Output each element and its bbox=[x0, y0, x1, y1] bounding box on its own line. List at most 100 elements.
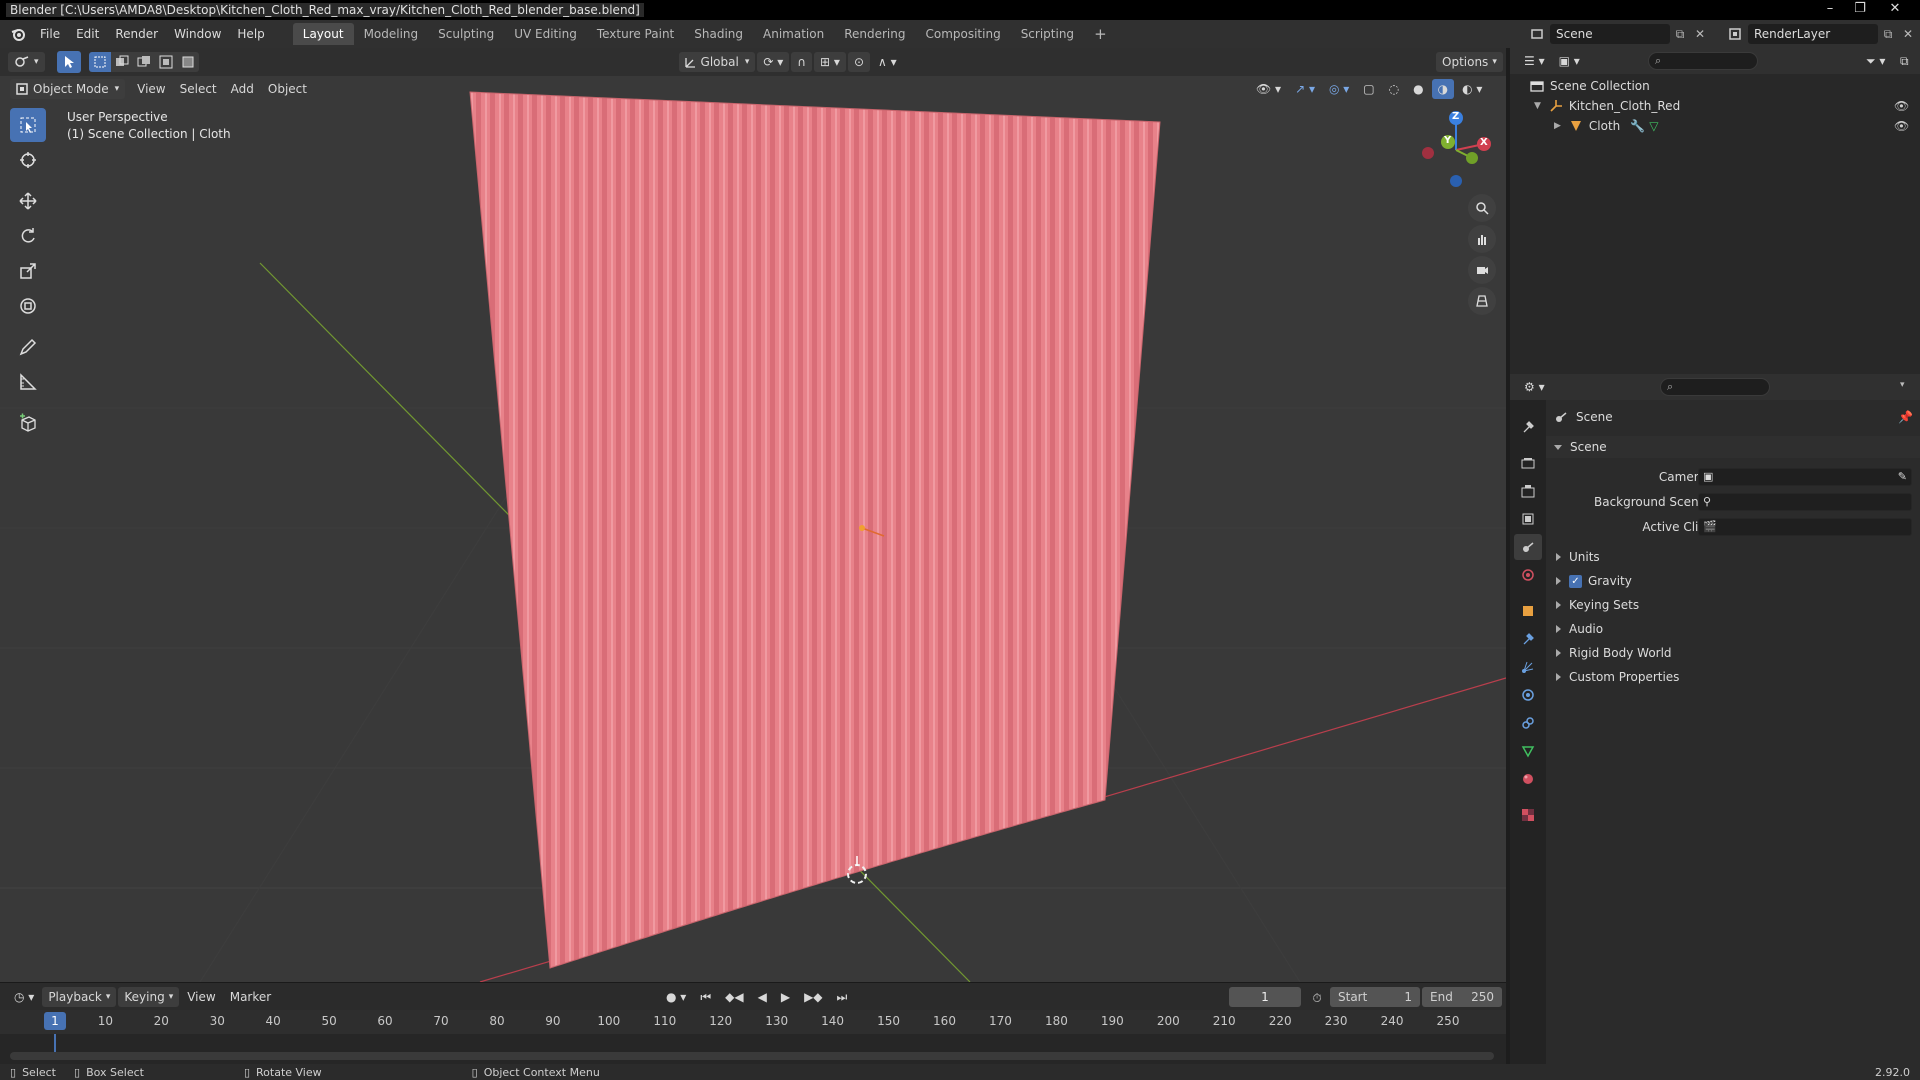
select-tool-button[interactable] bbox=[56, 51, 81, 73]
visibility-dropdown[interactable]: 👁 ▾ bbox=[1250, 79, 1287, 99]
menu-add[interactable]: Add bbox=[225, 79, 260, 99]
tab-material-icon[interactable] bbox=[1514, 766, 1542, 792]
proportional-edit-toggle[interactable]: ⊙ bbox=[847, 52, 871, 72]
playback-dropdown[interactable]: Playback ▾ bbox=[42, 987, 117, 1007]
close-button[interactable]: ✕ bbox=[1880, 0, 1910, 18]
scene-name-field[interactable]: Scene bbox=[1550, 24, 1670, 44]
select-extend-icon[interactable] bbox=[110, 52, 133, 72]
tab-layout[interactable]: Layout bbox=[292, 23, 354, 45]
tab-uv-editing[interactable]: UV Editing bbox=[504, 23, 587, 45]
pin-icon[interactable]: 📌 bbox=[1898, 410, 1913, 424]
outliner-search-input[interactable]: ⌕ bbox=[1648, 52, 1758, 70]
select-new-icon[interactable] bbox=[88, 52, 111, 72]
outliner-row-cloth[interactable]: ▶ Cloth 🔧 ▽ 👁 bbox=[1510, 116, 1920, 136]
move-tool[interactable] bbox=[10, 184, 46, 218]
blender-logo-icon[interactable] bbox=[4, 20, 32, 48]
rigid-body-world-panel-header[interactable]: Rigid Body World bbox=[1546, 642, 1920, 664]
keying-dropdown[interactable]: Keying ▾ bbox=[118, 987, 180, 1007]
timeline-editor-type-button[interactable]: ◷ ▾ bbox=[8, 987, 40, 1007]
properties-search-input[interactable]: ⌕ bbox=[1660, 378, 1770, 396]
rendered-shading-button[interactable]: ◐ ▾ bbox=[1456, 79, 1488, 99]
tab-output-icon[interactable] bbox=[1514, 478, 1542, 504]
tab-sculpting[interactable]: Sculpting bbox=[428, 23, 504, 45]
solid-shading-button[interactable]: ● bbox=[1407, 79, 1429, 99]
select-intersect-icon[interactable] bbox=[176, 52, 199, 72]
gravity-checkbox[interactable]: ✓ bbox=[1569, 574, 1582, 588]
gizmo-toggle[interactable]: ↗ ▾ bbox=[1289, 79, 1321, 99]
mode-dropdown[interactable]: Object Mode ▾ bbox=[10, 79, 126, 99]
menu-select[interactable]: Select bbox=[174, 79, 223, 99]
eye-icon[interactable]: 👁 bbox=[1894, 119, 1909, 133]
timeline-ruler[interactable]: 10 20 30 40 50 60 70 80 90 100 110 120 130 140 150 160 1… bbox=[0, 1010, 1506, 1034]
active-clip-field[interactable]: 🎬 bbox=[1698, 518, 1912, 536]
mesh-data-icon[interactable]: ▽ bbox=[1649, 119, 1658, 133]
jump-end-button[interactable]: ⏭ bbox=[831, 987, 854, 1007]
background-scene-field[interactable]: ⚲ bbox=[1698, 493, 1912, 511]
record-toggle[interactable]: ● ▾ bbox=[660, 987, 692, 1007]
gravity-panel-header[interactable]: ✓ Gravity bbox=[1546, 570, 1920, 592]
camera-field[interactable]: ▣ ✎ bbox=[1698, 468, 1912, 486]
camera-view-icon[interactable] bbox=[1468, 256, 1496, 284]
chevron-down-icon[interactable]: ▾ bbox=[1900, 380, 1905, 390]
eyedropper-icon[interactable]: ✎ bbox=[1898, 470, 1907, 483]
tab-texture-icon[interactable] bbox=[1514, 802, 1542, 828]
new-layer-icon[interactable]: ⧉ bbox=[1878, 27, 1898, 42]
menu-help[interactable]: Help bbox=[229, 20, 272, 48]
restore-button[interactable]: ❐ bbox=[1845, 0, 1875, 18]
filter-dropdown[interactable]: ⏷ ▾ bbox=[1860, 51, 1891, 71]
render-layer-selector[interactable]: RenderLayer ⧉ ✕ bbox=[1722, 23, 1918, 45]
cursor-tool[interactable] bbox=[10, 143, 46, 177]
timeline-track-area[interactable] bbox=[0, 1034, 1506, 1064]
menu-render[interactable]: Render bbox=[107, 20, 166, 48]
units-panel-header[interactable]: Units bbox=[1546, 546, 1920, 568]
add-cube-tool[interactable] bbox=[10, 406, 46, 440]
scale-tool[interactable] bbox=[10, 254, 46, 288]
tab-modifier-icon[interactable] bbox=[1514, 626, 1542, 652]
prev-keyframe-button[interactable]: ◆◀ bbox=[719, 987, 749, 1007]
expand-toggle-icon[interactable]: ▶ bbox=[1554, 121, 1561, 131]
menu-window[interactable]: Window bbox=[166, 20, 229, 48]
tab-texture-paint[interactable]: Texture Paint bbox=[587, 23, 684, 45]
scene-selector[interactable]: Scene ⧉ ✕ bbox=[1524, 23, 1710, 45]
tab-animation[interactable]: Animation bbox=[753, 23, 834, 45]
display-mode-dropdown[interactable]: ▣ ▾ bbox=[1553, 51, 1586, 71]
keying-sets-panel-header[interactable]: Keying Sets bbox=[1546, 594, 1920, 616]
select-box-tool[interactable] bbox=[10, 108, 46, 142]
transform-orientation-dropdown[interactable]: Global ▾ bbox=[678, 52, 756, 72]
3d-viewport[interactable] bbox=[0, 48, 1506, 982]
tab-scene-icon[interactable] bbox=[1514, 534, 1542, 560]
perspective-toggle-icon[interactable] bbox=[1468, 287, 1496, 315]
delete-layer-icon[interactable]: ✕ bbox=[1898, 27, 1918, 41]
overlay-toggle[interactable]: ◎ ▾ bbox=[1323, 79, 1355, 99]
current-frame-field[interactable]: 1 bbox=[1229, 987, 1301, 1007]
play-reverse-button[interactable]: ◀ bbox=[752, 987, 773, 1007]
measure-tool[interactable] bbox=[10, 365, 46, 399]
use-preview-range-icon[interactable]: ⏱ bbox=[1308, 989, 1326, 1007]
menu-file[interactable]: File bbox=[32, 20, 68, 48]
timeline-scrollbar[interactable] bbox=[10, 1052, 1494, 1060]
collapse-toggle-icon[interactable]: ▼ bbox=[1534, 101, 1541, 111]
delete-scene-icon[interactable]: ✕ bbox=[1690, 27, 1710, 41]
tab-compositing[interactable]: Compositing bbox=[915, 23, 1010, 45]
playhead-frame-label[interactable]: 1 bbox=[44, 1012, 66, 1030]
falloff-dropdown[interactable]: ∧ ▾ bbox=[872, 52, 903, 72]
outliner-editor-type-button[interactable]: ☰ ▾ bbox=[1518, 51, 1551, 71]
minimize-button[interactable]: – bbox=[1815, 0, 1845, 18]
pivot-point-button[interactable]: ⟳ ▾ bbox=[757, 52, 790, 72]
tab-render-icon[interactable] bbox=[1514, 450, 1542, 476]
menu-object[interactable]: Object bbox=[262, 79, 313, 99]
tab-particles-icon[interactable] bbox=[1514, 654, 1542, 680]
scene-panel-header[interactable]: Scene bbox=[1546, 436, 1920, 458]
zoom-icon[interactable] bbox=[1468, 194, 1496, 222]
pan-hand-icon[interactable] bbox=[1468, 225, 1496, 253]
menu-edit[interactable]: Edit bbox=[68, 20, 107, 48]
outliner-row-collection[interactable]: ▼ Kitchen_Cloth_Red 👁 bbox=[1510, 96, 1920, 116]
options-dropdown[interactable]: Options ▾ bbox=[1436, 52, 1503, 72]
tab-physics-icon[interactable] bbox=[1514, 682, 1542, 708]
tab-tool-icon[interactable] bbox=[1514, 414, 1542, 440]
audio-panel-header[interactable]: Audio bbox=[1546, 618, 1920, 640]
properties-editor-type-button[interactable]: ⚙ ▾ bbox=[1518, 377, 1551, 397]
annotate-tool[interactable] bbox=[10, 330, 46, 364]
tab-shading[interactable]: Shading bbox=[684, 23, 753, 45]
timeline-menu-marker[interactable]: Marker bbox=[224, 987, 277, 1007]
